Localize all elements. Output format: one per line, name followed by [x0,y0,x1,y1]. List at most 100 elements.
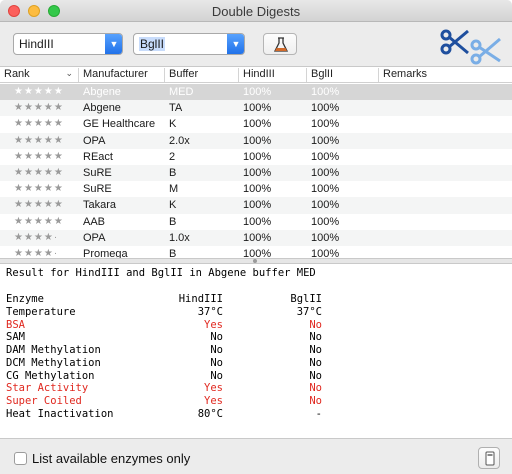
result-enzyme2-value: No [309,369,322,382]
table-row[interactable]: ★★★★★ Takara K 100% 100% [0,197,512,214]
window-title: Double Digests [211,4,301,19]
rank-stars: ★★★★★ [14,102,64,114]
result-enzyme2-value: - [315,407,322,420]
rank-stars: ★★★★★ [14,118,64,130]
column-header-enzyme2[interactable]: BglII [307,68,379,82]
result-property-label: Heat Inactivation [6,407,114,420]
enzyme2-activity-cell: 100% [311,247,340,258]
chevron-down-icon[interactable]: ▼ [227,34,244,54]
enzyme1-activity-cell: 100% [243,199,272,212]
double-digests-window: Double Digests HindIII ▼ BglII ▼ Rank ⌄ … [0,0,512,474]
enzyme1-activity-cell: 100% [243,102,272,115]
rank-stars: ★★★★★ [14,86,64,97]
buffer-cell: K [169,199,177,212]
available-only-label[interactable]: List available enzymes only [32,451,190,466]
result-enzyme1-value: No [210,344,223,357]
rank-stars: ★★★★★ [14,199,64,211]
enzyme2-activity-cell: 100% [311,166,340,179]
enzyme2-activity-cell: 100% [311,150,340,163]
manufacturer-cell: Abgene [83,102,121,115]
manufacturer-cell: Promega [83,247,128,258]
table-row[interactable]: ★★★★★ REact 2 100% 100% [0,149,512,165]
enzyme2-value: BglII [139,37,166,51]
result-property-label: DCM Methylation [6,356,101,369]
result-header-label: Enzyme [6,293,44,305]
buffer-cell: M [169,183,179,196]
chevron-down-icon[interactable]: ▼ [105,34,122,54]
enzyme2-activity-cell: 100% [311,215,340,228]
result-property-label: DAM Methylation [6,344,101,357]
rank-stars: ★★★★★ [14,134,64,146]
result-enzyme1-value: Yes [204,394,223,407]
buffer-cell: MED [169,86,194,98]
enzyme1-activity-cell: 100% [243,183,272,196]
available-only-checkbox[interactable] [14,452,27,465]
table-row[interactable]: ★★★★★ SuRE B 100% 100% [0,164,512,182]
enzyme1-activity-cell: 100% [243,118,272,131]
result-property-label: Star Activity [6,382,89,395]
buffer-cell: K [169,118,177,131]
enzyme2-activity-cell: 100% [311,231,340,244]
table-row[interactable]: ★★★★★ GE Healthcare K 100% 100% [0,116,512,132]
result-property-label: Super Coiled [6,394,82,407]
buffer-cell: B [169,215,177,228]
title-bar: Double Digests [0,0,512,22]
column-header-buffer[interactable]: Buffer [165,68,239,82]
column-header-enzyme1[interactable]: HindIII [239,68,307,82]
buffer-table: Rank ⌄ Manufacturer Buffer HindIII BglII… [0,66,512,258]
enzyme1-activity-cell: 100% [243,86,272,98]
manufacturer-cell: REact [83,150,113,163]
result-enzyme1-value: 80°C [197,407,223,420]
manufacturer-cell: AAB [83,215,106,228]
buffer-cell: 2.0x [169,134,190,147]
table-row[interactable]: ★★★★★ Abgene TA 100% 100% [0,100,512,117]
column-header-manufacturer[interactable]: Manufacturer [79,68,165,82]
rank-stars: ★★★★★ [14,183,64,195]
result-enzyme2-value: No [309,331,322,344]
enzyme1-select[interactable]: HindIII ▼ [13,33,123,55]
buffer-cell: B [169,247,177,258]
manufacturer-cell: Takara [83,199,117,212]
rank-stars: ★★★★★ [14,150,64,162]
buffer-cell: 1.0x [169,231,190,244]
table-row[interactable]: ★★★★· OPA 1.0x 100% 100% [0,229,512,246]
result-enzyme1-value: No [210,369,223,382]
column-header-remarks[interactable]: Remarks [379,68,512,82]
manufacturer-cell: SuRE [83,166,112,179]
scissors-icon [438,25,504,65]
buffer-cell: 2 [169,150,176,163]
column-header-rank[interactable]: Rank ⌄ [0,68,79,82]
flask-button[interactable] [263,33,297,55]
enzyme2-activity-cell: 100% [311,86,340,98]
flask-icon [273,37,289,52]
result-enzyme1-value: No [210,356,223,369]
enzyme1-value: HindIII [19,37,54,51]
result-enzyme1-value: Yes [204,318,223,331]
result-property-label: SAM [6,331,25,344]
result-header-enzyme2: BglII [290,293,322,305]
enzyme1-activity-cell: 100% [243,215,272,228]
result-property-label: CG Methylation [6,369,95,382]
table-row[interactable]: ★★★★· Promega B 100% 100% [0,246,512,258]
manufacturer-cell: SuRE [83,183,112,196]
rank-stars: ★★★★· [14,247,59,258]
manufacturer-cell: GE Healthcare [83,118,156,131]
table-row[interactable]: ★★★★★ AAB B 100% 100% [0,214,512,230]
table-header: Rank ⌄ Manufacturer Buffer HindIII BglII… [0,67,512,83]
toolbar: HindIII ▼ BglII ▼ [0,22,512,66]
enzyme2-select[interactable]: BglII ▼ [133,33,245,55]
result-property-label: BSA [6,318,25,331]
table-body: ★★★★★ Abgene MED 100% 100% ★★★★★ Abgene TA 100% 1… [0,84,512,258]
table-row[interactable]: ★★★★★ Abgene MED 100% 100% [0,84,512,101]
result-enzyme1-value: No [210,331,223,344]
chevron-down-icon: ⌄ [65,68,73,78]
print-button[interactable] [478,447,500,469]
rank-stars: ★★★★★ [14,215,64,227]
result-enzyme2-value: No [309,382,322,395]
manufacturer-cell: OPA [83,134,106,147]
enzyme2-activity-cell: 100% [311,199,340,212]
printer-icon [485,451,495,466]
table-row[interactable]: ★★★★★ OPA 2.0x 100% 100% [0,132,512,149]
splitter-handle[interactable] [253,259,257,263]
table-row[interactable]: ★★★★★ SuRE M 100% 100% [0,181,512,197]
